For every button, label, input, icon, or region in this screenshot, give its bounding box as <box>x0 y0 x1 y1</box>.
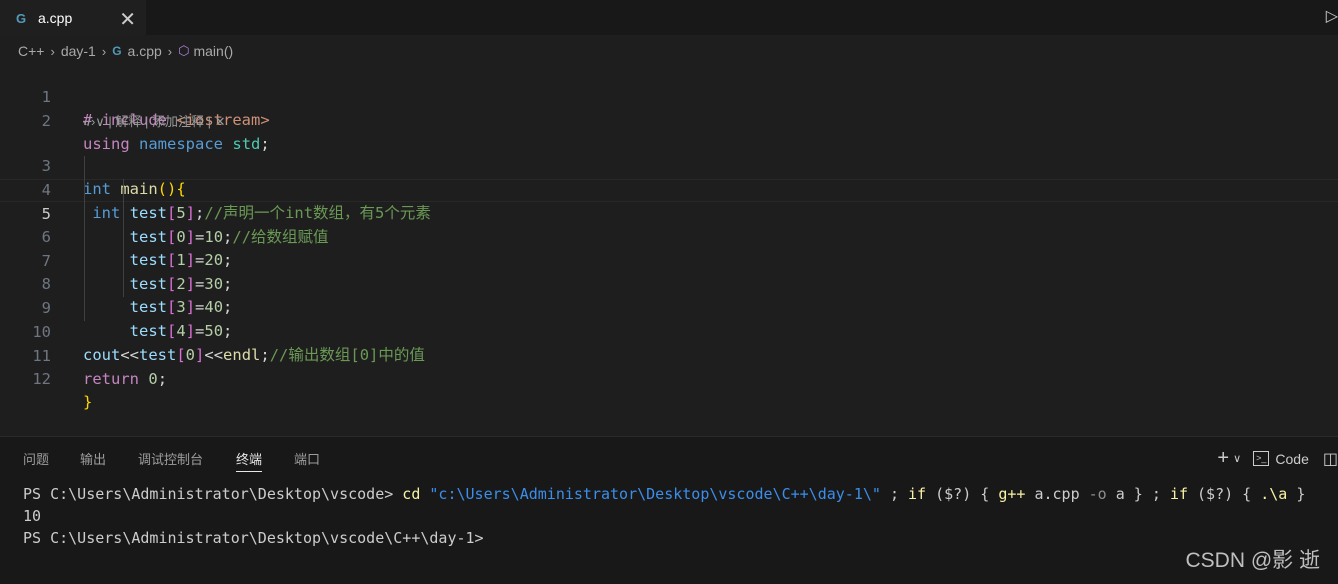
indent-guide <box>123 179 124 297</box>
terminal-cmd: cd <box>402 485 421 503</box>
breadcrumb-item-main[interactable]: main() <box>193 43 233 59</box>
terminal-prompt: PS C:\Users\Administrator\Desktop\vscode… <box>23 529 484 547</box>
terminal-text: ; <box>880 485 909 503</box>
close-icon[interactable]: ✕ <box>215 114 226 129</box>
code-text: } <box>83 393 93 411</box>
code-line: 7 test[2]=30; <box>0 227 1338 293</box>
code-line: 2 using namespace std; <box>0 87 1338 153</box>
code-line: 4 int test[5];//声明一个int数组，有5个元素 <box>0 156 1338 222</box>
tab-label: a.cpp <box>38 10 73 26</box>
chevron-down-icon[interactable]: ∨ <box>1233 452 1241 465</box>
close-icon[interactable]: ✕ <box>119 7 136 32</box>
tab-debug-console[interactable]: 调试控制台 <box>138 449 203 468</box>
terminal-text: ($?) { <box>926 485 999 503</box>
shell-label[interactable]: Code <box>1275 451 1308 467</box>
terminal-program-output: 10 <box>23 507 42 525</box>
chevron-right-icon: › <box>50 43 55 59</box>
terminal-arg: "c:\Users\Administrator\Desktop\vscode\C… <box>429 485 881 503</box>
tab-ports[interactable]: 端口 <box>294 449 320 468</box>
line-number: 12 <box>32 370 51 388</box>
tab-output[interactable]: 输出 <box>80 449 106 468</box>
editor-tab-bar: G a.cpp ✕ ▷ <box>0 0 1338 35</box>
breadcrumb-item-day-1[interactable]: day-1 <box>61 43 96 59</box>
code-line: 9 test[4]=50; <box>0 274 1338 340</box>
terminal-text: a } ; <box>1106 485 1170 503</box>
code-line: 8 test[3]=40; <box>0 250 1338 316</box>
code-line: 1 # include <iostream> <box>0 63 1338 129</box>
terminal-toolbar: + ∨ >_ Code ◫ <box>1217 447 1338 470</box>
watermark: CSDN @影 逝 <box>1185 549 1321 572</box>
breadcrumb-item-cpp-folder[interactable]: C++ <box>18 43 44 59</box>
tab-problems[interactable]: 问题 <box>23 449 49 468</box>
tab-a-cpp[interactable]: G a.cpp ✕ <box>0 0 146 35</box>
chevron-right-icon: › <box>101 43 107 59</box>
code-editor[interactable]: 1 # include <iostream> 2 using namespace… <box>0 63 1338 435</box>
chevron-right-icon: › <box>167 43 173 59</box>
indent-guide <box>84 156 85 321</box>
terminal-text: } <box>1287 485 1306 503</box>
run-icon[interactable]: ▷ <box>1326 6 1338 26</box>
code-line: 10 cout<<test[0]<<endl;//输出数组[0]中的值 <box>0 298 1338 364</box>
code-line-active: 5 test[0]=10;//给数组赋值 <box>0 179 1338 246</box>
codelens-bar: ‹/›∨ | 解释 | 添加注释 | ✕ <box>83 110 226 133</box>
terminal-text: a.cpp <box>1025 485 1089 503</box>
terminal-shell-icon: >_ <box>1253 451 1270 466</box>
terminal-text: ($?) { <box>1188 485 1261 503</box>
terminal-flag: -o <box>1088 485 1107 503</box>
split-terminal-icon[interactable]: ◫ <box>1323 449 1338 469</box>
cpp-file-icon: G <box>112 44 122 58</box>
code-line: 11 return 0; <box>0 322 1338 388</box>
breadcrumb-item-file[interactable]: a.cpp <box>128 43 162 59</box>
terminal-cmd: .\a <box>1260 485 1288 503</box>
bottom-panel: 问题 输出 调试控制台 终端 端口 + ∨ >_ Code ◫ PS C:\Us… <box>0 436 1338 584</box>
cpp-file-icon: G <box>16 10 27 26</box>
method-cube-icon: ⬡ <box>178 43 190 58</box>
terminal-cmd: g++ <box>998 485 1026 503</box>
tab-terminal[interactable]: 终端 <box>236 449 263 472</box>
breadcrumb: C++ › day-1 › G a.cpp › ⬡ main() <box>18 42 233 60</box>
terminal-keyword: if <box>1169 485 1188 503</box>
code-ai-icon[interactable]: ‹/›∨ <box>83 114 105 129</box>
code-line: 12 } <box>0 345 1338 411</box>
code-line: 3 int main(){ <box>0 132 1338 198</box>
terminal-output[interactable]: PS C:\Users\Administrator\Desktop\vscode… <box>23 483 1305 549</box>
terminal-keyword: if <box>908 485 927 503</box>
line-number: 2 <box>41 112 51 130</box>
terminal-prompt: PS C:\Users\Administrator\Desktop\vscode… <box>23 485 403 503</box>
code-line: 6 test[1]=20; <box>0 203 1338 269</box>
add-terminal-icon[interactable]: + <box>1217 447 1229 470</box>
codelens-actions[interactable]: | 解释 | 添加注释 | <box>105 114 215 129</box>
code-text: return 0; <box>83 370 168 388</box>
